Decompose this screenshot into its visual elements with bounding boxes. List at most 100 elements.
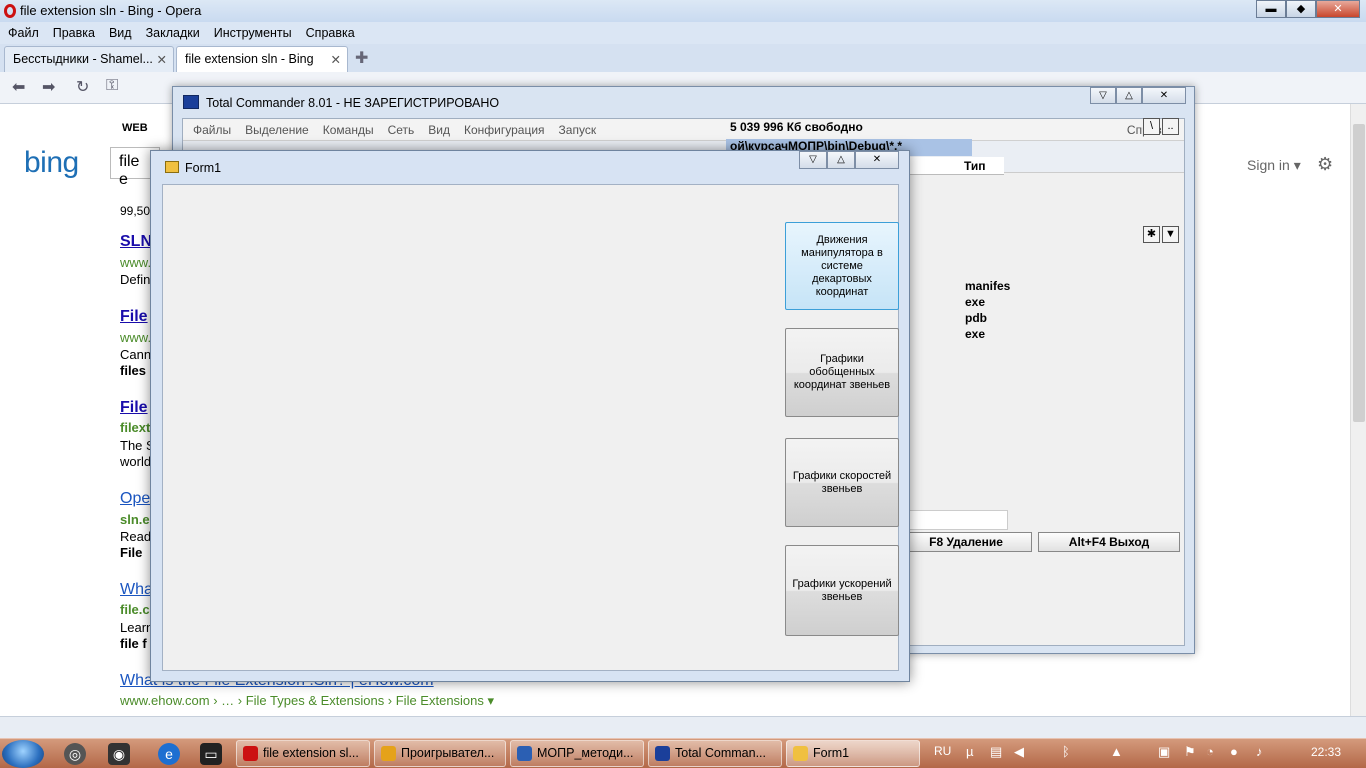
utorrent-tray-icon[interactable]: µ [966, 744, 974, 759]
close-button[interactable]: ✕ [1316, 0, 1360, 18]
taskbar-item-label: file extension sl... [263, 746, 359, 760]
result-url: www. [120, 255, 152, 270]
antivirus-tray-icon[interactable]: ▲ [1110, 744, 1123, 759]
taskbar-item-opera[interactable]: file extension sl... [236, 740, 370, 767]
result-snippet: file f [120, 636, 147, 651]
tab-bar: Бесстыдники - Shamel... ✕ file extension… [0, 44, 1366, 72]
tc-menu-net[interactable]: Сеть [388, 123, 415, 137]
reload-icon[interactable]: ↻ [76, 77, 89, 97]
opera-quicklaunch-icon[interactable]: ◎ [64, 743, 86, 765]
language-indicator[interactable]: RU [934, 744, 951, 758]
tc-filter-button[interactable]: ✱ [1143, 226, 1160, 243]
sign-in-link[interactable]: Sign in ▾ [1247, 157, 1301, 174]
minimize-button[interactable]: ▬ [1256, 0, 1286, 18]
close-tab-icon[interactable]: ✕ [157, 52, 167, 67]
form-client-area: Движения манипулятора в системе декартов… [162, 184, 899, 671]
tc-menu-files[interactable]: Файлы [193, 123, 231, 137]
form-maximize-button[interactable]: △ [827, 151, 855, 169]
opera-menubar: Файл Правка Вид Закладки Инструменты Спр… [0, 22, 1366, 44]
taskbar-item-word[interactable]: МОПР_методи... [510, 740, 644, 767]
opera-icon [243, 746, 258, 761]
form-close-button[interactable]: ✕ [855, 151, 899, 169]
menu-view[interactable]: Вид [109, 26, 132, 40]
tc-maximize-button[interactable]: △ [1116, 87, 1142, 104]
forward-icon[interactable]: ➡ [42, 77, 55, 97]
tc-menu-start[interactable]: Запуск [559, 123, 597, 137]
result-title[interactable]: SLN [120, 233, 152, 251]
result-snippet: files [120, 363, 147, 378]
form-icon [165, 161, 179, 173]
tc-menu-config[interactable]: Конфигурация [464, 123, 545, 137]
tc-menu-view[interactable]: Вид [428, 123, 450, 137]
menu-bookmarks[interactable]: Закладки [146, 26, 200, 40]
gear-icon[interactable]: ⚙ [1317, 154, 1333, 175]
bing-nav-web[interactable]: WEB [122, 122, 148, 134]
clock[interactable]: 22:33 [1311, 745, 1341, 759]
terminal-quicklaunch-icon[interactable]: ▭ [200, 743, 222, 765]
result-url: www. [120, 330, 152, 345]
result-snippet: Defin [120, 272, 151, 287]
start-button[interactable] [2, 740, 44, 768]
volume-tray-icon[interactable]: ◀ [1014, 744, 1024, 760]
opera-statusbar [0, 716, 1366, 738]
tc-minimize-button[interactable]: ▽ [1090, 87, 1116, 104]
camera-quicklaunch-icon[interactable]: ◉ [108, 743, 130, 765]
tc-f8-delete-button[interactable]: F8 Удаление [900, 532, 1032, 552]
form-icon [793, 746, 808, 761]
scrollbar-thumb[interactable] [1353, 124, 1365, 422]
flag-tray-icon[interactable]: ▤ [990, 744, 1002, 760]
page-scrollbar[interactable] [1350, 104, 1366, 716]
tc-app-icon [183, 95, 199, 109]
menu-edit[interactable]: Правка [53, 26, 95, 40]
acceleration-charts-button[interactable]: Графики ускорений звеньев [785, 545, 899, 636]
bluetooth-tray-icon[interactable]: ᛒ [1062, 744, 1070, 759]
key-icon[interactable]: ⚿ [106, 77, 118, 95]
back-icon[interactable]: ⬅ [12, 77, 25, 97]
ati-tray-icon[interactable]: ▣ [1158, 744, 1170, 760]
player-icon [381, 746, 396, 761]
tc-file-type[interactable]: exe [965, 327, 985, 341]
result-title[interactable]: File [120, 399, 148, 417]
menu-tools[interactable]: Инструменты [214, 26, 292, 40]
tab-shameless[interactable]: Бесстыдники - Shamel... ✕ [4, 46, 174, 72]
result-title[interactable]: Ope [120, 490, 150, 508]
tc-type-header[interactable]: Тип [964, 159, 986, 173]
menu-help[interactable]: Справка [306, 26, 355, 40]
cartesian-motion-button[interactable]: Движения манипулятора в системе декартов… [785, 222, 899, 310]
tc-history-button[interactable]: ▼ [1162, 226, 1179, 243]
tc-close-button[interactable]: ✕ [1142, 87, 1186, 104]
result-snippet: Cann [120, 347, 152, 362]
taskbar-item-label: МОПР_методи... [537, 746, 634, 760]
generalized-coords-button[interactable]: Графики обобщенных координат звеньев [785, 328, 899, 417]
taskbar-item-player[interactable]: Проигрывател... [374, 740, 506, 767]
tc-altf4-exit-button[interactable]: Alt+F4 Выход [1038, 532, 1180, 552]
velocity-charts-button[interactable]: Графики скоростей звеньев [785, 438, 899, 527]
tc-icon [655, 746, 670, 761]
sound-tray-icon[interactable]: ♪ [1256, 744, 1263, 759]
form-minimize-button[interactable]: ▽ [799, 151, 827, 169]
restore-button[interactable]: ◆ [1286, 0, 1316, 18]
new-tab-icon[interactable]: ✚ [355, 48, 368, 68]
tc-menu-select[interactable]: Выделение [245, 123, 309, 137]
tc-file-type[interactable]: exe [965, 295, 985, 309]
tc-file-type[interactable]: pdb [965, 311, 987, 325]
result-url: sln.e [120, 512, 150, 527]
network-tray-icon[interactable]: ◔ [1206, 744, 1214, 759]
menu-file[interactable]: Файл [8, 26, 39, 40]
result-url: file.c [120, 602, 150, 617]
tc-menu-commands[interactable]: Команды [323, 123, 374, 137]
tc-title: Total Commander 8.01 - НЕ ЗАРЕГИСТРИРОВА… [206, 96, 500, 110]
power-tray-icon[interactable]: ● [1230, 744, 1238, 759]
tc-root-button[interactable]: \ [1143, 118, 1160, 135]
taskbar-item-form1[interactable]: Form1 [786, 740, 920, 767]
close-tab-icon[interactable]: ✕ [331, 52, 341, 67]
tc-file-type[interactable]: manifes [965, 279, 1010, 293]
tc-parent-button[interactable]: .. [1162, 118, 1179, 135]
bing-logo[interactable]: bing [24, 146, 79, 180]
tab-bing[interactable]: file extension sln - Bing ✕ [176, 46, 348, 72]
result-snippet: File [120, 545, 143, 560]
action-center-tray-icon[interactable]: ⚑ [1184, 744, 1196, 760]
taskbar-item-totalcmd[interactable]: Total Comman... [648, 740, 782, 767]
ie-quicklaunch-icon[interactable]: e [158, 743, 180, 765]
result-title[interactable]: File [120, 308, 148, 326]
